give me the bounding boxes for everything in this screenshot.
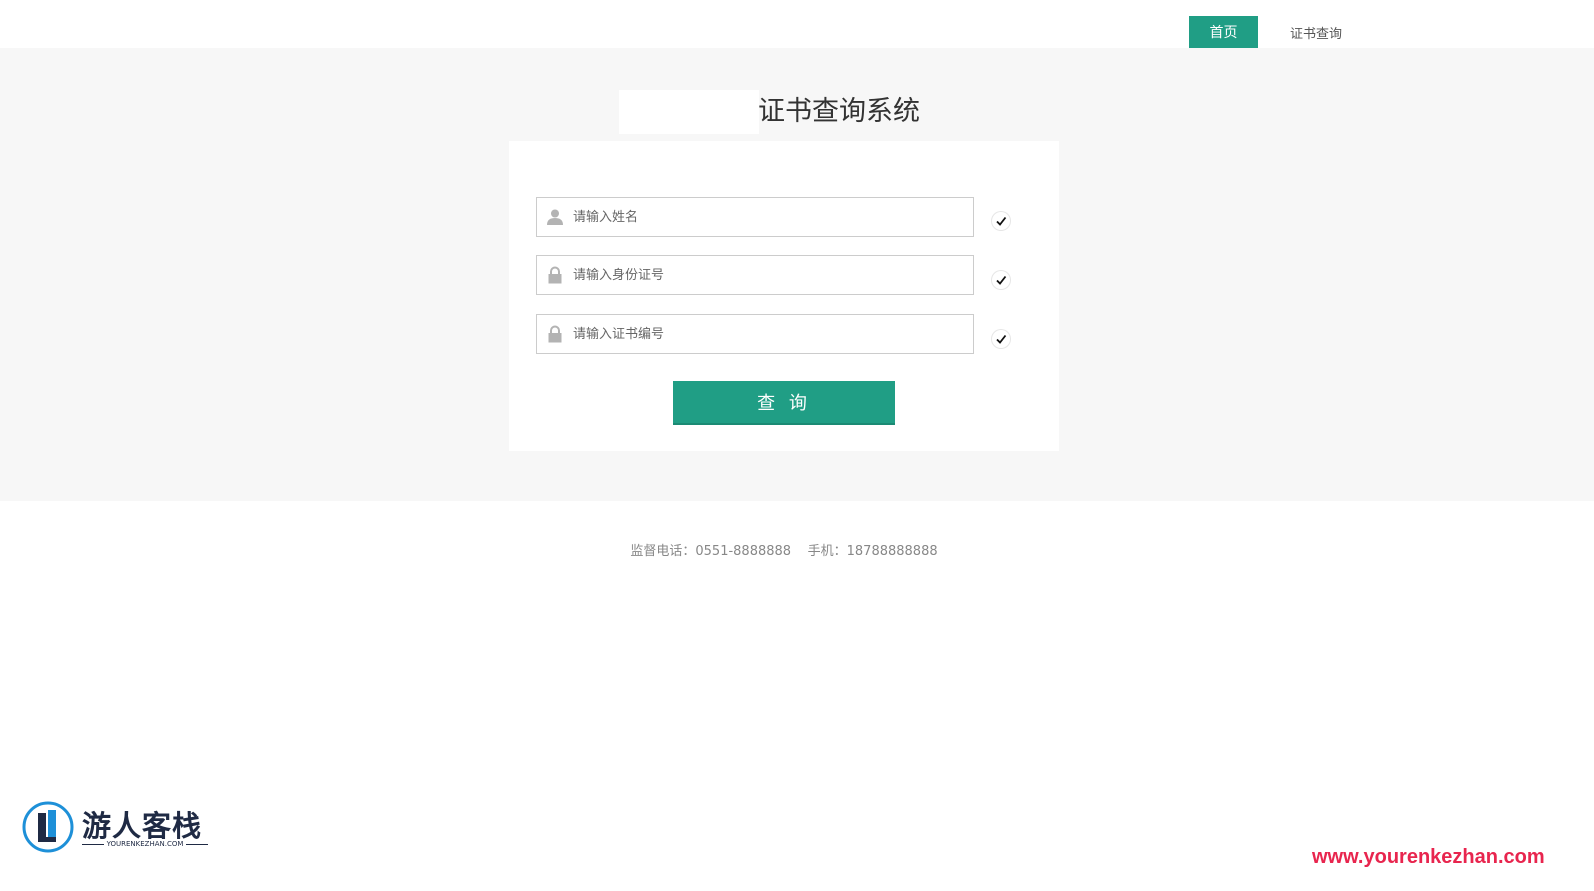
divider (186, 843, 208, 845)
name-input[interactable] (573, 199, 973, 235)
footer-spacer (795, 544, 803, 559)
nav-certificate-query-link[interactable]: 证书查询 (1276, 16, 1356, 48)
watermark-url: www.yourenkezhan.com (1312, 846, 1545, 868)
watermark-subtitle-text: YOURENKEZHAN.COM (106, 840, 184, 848)
id-check-icon (992, 271, 1010, 289)
lock-icon (537, 315, 573, 353)
phone-value: 0551-8888888 (695, 544, 792, 559)
id-number-input[interactable] (573, 257, 973, 293)
phone-label: 监督电话： (630, 544, 696, 559)
id-number-field (536, 255, 974, 295)
certificate-check-icon (992, 330, 1010, 348)
logo-placeholder (619, 90, 759, 134)
mobile-value: 18788888888 (846, 544, 938, 559)
footer-contact: 监督电话：0551-8888888 手机：18788888888 (0, 540, 1568, 559)
nav-home-button[interactable]: 首页 (1189, 16, 1258, 48)
lock-icon (537, 256, 573, 294)
name-check-icon (992, 212, 1010, 230)
divider (82, 843, 104, 845)
mobile-label: 手机： (807, 544, 847, 559)
page-title: 证书查询系统 (758, 96, 920, 127)
name-field (536, 197, 974, 237)
watermark-subtitle: YOURENKEZHAN.COM (82, 840, 208, 848)
page: 首页 证书查询 证书查询系统 请输入姓名 请输入身份证号 请输入证书编号 查 询… (0, 0, 1594, 891)
query-button[interactable]: 查 询 (673, 381, 895, 425)
certificate-number-input[interactable] (573, 316, 973, 352)
certificate-number-field (536, 314, 974, 354)
top-nav: 首页 证书查询 (0, 0, 1594, 48)
user-icon (537, 198, 573, 236)
watermark-brand: 游人客栈 (82, 809, 203, 843)
